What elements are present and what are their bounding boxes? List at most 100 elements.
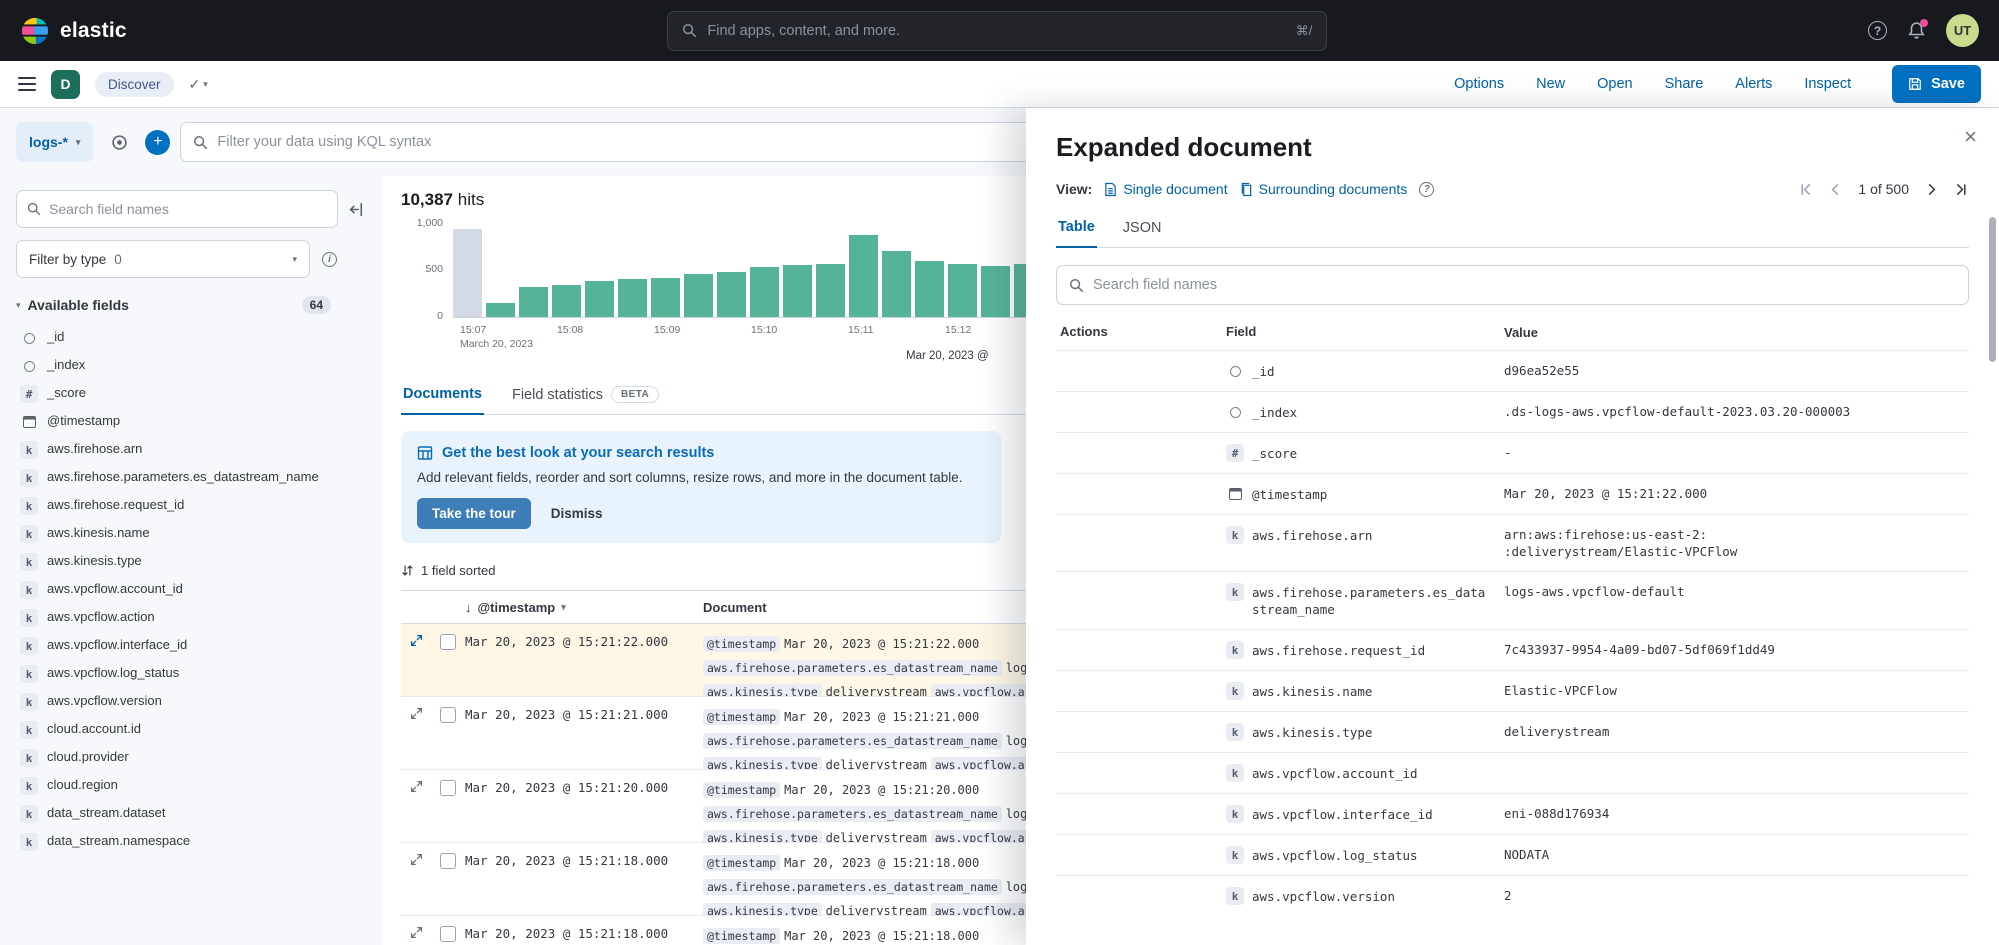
flyout-field-row[interactable]: _index.ds-logs-aws.vpcflow-default-2023.… bbox=[1056, 391, 1969, 432]
global-search[interactable]: ⌘/ bbox=[667, 11, 1327, 51]
filter-by-type-dropdown[interactable]: Filter by type 0 ▾ bbox=[16, 240, 310, 278]
flyout-field-row[interactable]: kaws.firehose.request_id7c433937-9954-4a… bbox=[1056, 629, 1969, 670]
sidebar-field-data_stream.namespace[interactable]: kdata_stream.namespace bbox=[16, 828, 365, 856]
sidebar-field-aws.vpcflow.account_id[interactable]: kaws.vpcflow.account_id bbox=[16, 576, 365, 604]
surrounding-documents-link[interactable]: Surrounding documents bbox=[1240, 181, 1408, 197]
user-avatar[interactable]: UT bbox=[1946, 14, 1979, 47]
sidebar-field-aws.firehose.arn[interactable]: kaws.firehose.arn bbox=[16, 436, 365, 464]
sidebar-field-cloud.account.id[interactable]: kcloud.account.id bbox=[16, 716, 365, 744]
sidebar-field-cloud.provider[interactable]: kcloud.provider bbox=[16, 744, 365, 772]
single-document-link[interactable]: Single document bbox=[1104, 181, 1227, 197]
nav-open[interactable]: Open bbox=[1597, 76, 1632, 92]
row-checkbox[interactable] bbox=[440, 926, 456, 942]
row-checkbox[interactable] bbox=[440, 634, 456, 650]
timestamp-column-header[interactable]: ↓ @timestamp ▾ bbox=[465, 600, 703, 615]
histogram-bar[interactable] bbox=[717, 272, 746, 317]
saved-search-menu[interactable]: ✓ ▾ bbox=[189, 76, 208, 93]
flyout-field-row[interactable]: kaws.vpcflow.log_statusNODATA bbox=[1056, 834, 1969, 875]
histogram-bar[interactable] bbox=[486, 303, 515, 317]
sidebar-field-@timestamp[interactable]: @timestamp bbox=[16, 408, 365, 436]
histogram-bar[interactable] bbox=[783, 265, 812, 317]
last-page-icon[interactable] bbox=[1954, 182, 1969, 197]
collapse-sidebar-icon[interactable] bbox=[348, 201, 365, 218]
flyout-field-row[interactable]: kaws.firehose.arnarn:aws:firehose:us-eas… bbox=[1056, 514, 1969, 571]
tab-table[interactable]: Table bbox=[1056, 219, 1097, 248]
sidebar-field-aws.vpcflow.interface_id[interactable]: kaws.vpcflow.interface_id bbox=[16, 632, 365, 660]
flyout-field-row[interactable]: @timestampMar 20, 2023 @ 15:21:22.000 bbox=[1056, 473, 1969, 514]
info-icon[interactable]: i bbox=[322, 252, 337, 267]
expand-document-icon[interactable] bbox=[410, 632, 423, 647]
histogram-bar[interactable] bbox=[882, 251, 911, 318]
sidebar-field-_id[interactable]: _id bbox=[16, 324, 365, 352]
flyout-field-row[interactable]: kaws.firehose.parameters.es_datastream_n… bbox=[1056, 571, 1969, 629]
row-checkbox[interactable] bbox=[440, 780, 456, 796]
flyout-field-row[interactable]: _idd96ea52e55 bbox=[1056, 350, 1969, 391]
first-page-icon[interactable] bbox=[1798, 182, 1813, 197]
histogram-bar[interactable] bbox=[651, 278, 680, 317]
flyout-scrollbar[interactable] bbox=[1989, 217, 1996, 362]
field-search-input[interactable] bbox=[49, 201, 327, 217]
histogram-bar[interactable] bbox=[948, 264, 977, 317]
tab-documents[interactable]: Documents bbox=[401, 386, 484, 415]
sidebar-field-aws.vpcflow.action[interactable]: kaws.vpcflow.action bbox=[16, 604, 365, 632]
menu-icon[interactable] bbox=[18, 77, 36, 91]
previous-page-icon[interactable] bbox=[1828, 182, 1843, 197]
histogram-bar[interactable] bbox=[684, 274, 713, 317]
histogram-bar[interactable] bbox=[519, 287, 548, 317]
global-search-input[interactable] bbox=[707, 23, 1285, 39]
field-search[interactable] bbox=[16, 190, 338, 228]
flyout-field-row[interactable]: kaws.kinesis.typedeliverystream bbox=[1056, 711, 1969, 752]
sorted-fields-button[interactable]: 1 field sorted bbox=[401, 563, 601, 578]
space-avatar[interactable]: D bbox=[51, 70, 80, 99]
flyout-field-row[interactable]: kaws.vpcflow.interface_ideni-088d176934 bbox=[1056, 793, 1969, 834]
histogram-bar[interactable] bbox=[849, 235, 878, 317]
nav-inspect[interactable]: Inspect bbox=[1804, 76, 1851, 92]
nav-alerts[interactable]: Alerts bbox=[1735, 76, 1772, 92]
histogram-bar[interactable] bbox=[552, 285, 581, 317]
nav-new[interactable]: New bbox=[1536, 76, 1565, 92]
sidebar-field-aws.firehose.parameters.es_datastream_name[interactable]: kaws.firehose.parameters.es_datastream_n… bbox=[16, 464, 365, 492]
next-page-icon[interactable] bbox=[1924, 182, 1939, 197]
take-tour-button[interactable]: Take the tour bbox=[417, 498, 531, 529]
breadcrumb[interactable]: Discover bbox=[95, 72, 174, 97]
notifications-icon[interactable] bbox=[1907, 21, 1926, 40]
data-view-picker[interactable]: logs-* ▾ bbox=[16, 122, 93, 162]
sidebar-field-aws.firehose.request_id[interactable]: kaws.firehose.request_id bbox=[16, 492, 365, 520]
sidebar-field-data_stream.dataset[interactable]: kdata_stream.dataset bbox=[16, 800, 365, 828]
sidebar-field-cloud.region[interactable]: kcloud.region bbox=[16, 772, 365, 800]
tab-json[interactable]: JSON bbox=[1121, 219, 1164, 247]
help-icon[interactable]: ? bbox=[1868, 21, 1887, 40]
histogram-bar[interactable] bbox=[585, 281, 614, 317]
histogram-bar[interactable] bbox=[915, 261, 944, 317]
sidebar-field-aws.kinesis.type[interactable]: kaws.kinesis.type bbox=[16, 548, 365, 576]
sidebar-field-aws.vpcflow.log_status[interactable]: kaws.vpcflow.log_status bbox=[16, 660, 365, 688]
expand-document-icon[interactable] bbox=[410, 924, 423, 939]
histogram-bar[interactable] bbox=[453, 229, 482, 317]
flyout-field-row[interactable]: #_score- bbox=[1056, 432, 1969, 473]
available-fields-accordion[interactable]: ▾ Available fields 64 bbox=[16, 296, 365, 314]
elastic-brand[interactable]: elastic bbox=[20, 16, 127, 46]
add-filter-button[interactable]: + bbox=[145, 130, 170, 155]
flyout-field-row[interactable]: kaws.kinesis.nameElastic-VPCFlow bbox=[1056, 670, 1969, 711]
row-checkbox[interactable] bbox=[440, 853, 456, 869]
sidebar-field-aws.kinesis.name[interactable]: kaws.kinesis.name bbox=[16, 520, 365, 548]
dismiss-button[interactable]: Dismiss bbox=[551, 506, 603, 521]
flyout-field-row[interactable]: kaws.vpcflow.version2 bbox=[1056, 875, 1969, 916]
histogram-bar[interactable] bbox=[750, 267, 779, 317]
saved-query-icon[interactable] bbox=[103, 126, 135, 158]
flyout-field-search-input[interactable] bbox=[1093, 277, 1956, 293]
histogram-bar[interactable] bbox=[981, 266, 1010, 317]
histogram-bar[interactable] bbox=[618, 279, 647, 317]
expand-document-icon[interactable] bbox=[410, 851, 423, 866]
close-icon[interactable]: × bbox=[1964, 126, 1977, 148]
flyout-field-search[interactable] bbox=[1056, 265, 1969, 305]
flyout-field-row[interactable]: kaws.vpcflow.account_id bbox=[1056, 752, 1969, 793]
tab-field-statistics[interactable]: Field statistics BETA bbox=[510, 386, 661, 414]
histogram-bar[interactable] bbox=[816, 264, 845, 317]
sidebar-field-_index[interactable]: _index bbox=[16, 352, 365, 380]
nav-share[interactable]: Share bbox=[1665, 76, 1704, 92]
save-button[interactable]: Save bbox=[1892, 65, 1981, 103]
expand-document-icon[interactable] bbox=[410, 778, 423, 793]
sidebar-field-_score[interactable]: #_score bbox=[16, 380, 365, 408]
sidebar-field-aws.vpcflow.version[interactable]: kaws.vpcflow.version bbox=[16, 688, 365, 716]
